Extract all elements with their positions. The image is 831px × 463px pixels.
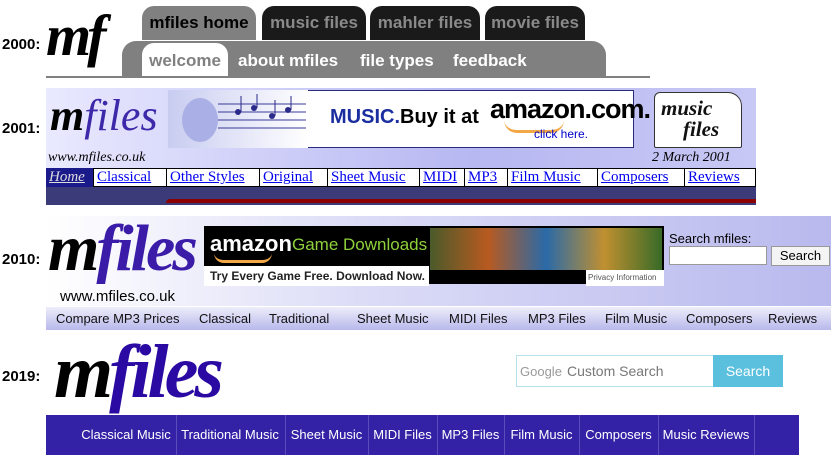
logo-2001[interactable]: mfiles (50, 93, 158, 139)
nav2019-composers[interactable]: Composers (579, 415, 658, 455)
amazon-smile-icon (214, 253, 272, 263)
nav2010-film-music[interactable]: Film Music (605, 311, 667, 326)
logo-2019[interactable]: mfiles (54, 330, 224, 414)
google-brand-label: Google (520, 364, 562, 379)
nav2019-music-reviews[interactable]: Music Reviews (658, 415, 754, 455)
nav2001-composers[interactable]: Composers (597, 168, 681, 187)
tab-mahler-files[interactable]: mahler files (370, 6, 480, 40)
search-placeholder-2019: Custom Search (567, 363, 664, 379)
ad-try-text: Try Every Game Free. Download Now. (210, 269, 425, 283)
nav2001-home[interactable]: Home (46, 168, 93, 187)
banner-click-here[interactable]: click here. (534, 127, 588, 141)
game-screenshots-image (430, 228, 662, 270)
nav2001-film-music[interactable]: Film Music (507, 168, 594, 187)
nav2019-mp3-files[interactable]: MP3 Files (437, 415, 504, 455)
tab-mfiles-home[interactable]: mfiles home (142, 6, 256, 40)
nav2001-reviews[interactable]: Reviews (684, 168, 756, 187)
nav2010-sheet-music[interactable]: Sheet Music (357, 311, 429, 326)
tab-music-files[interactable]: music files (262, 6, 366, 40)
subtab-welcome[interactable]: welcome (142, 43, 228, 77)
search-button-2019[interactable]: Search (713, 355, 783, 387)
nav2010-classical[interactable]: Classical (199, 311, 251, 326)
year-label-2001: 2001: (2, 120, 41, 137)
date-2001: 2 March 2001 (652, 150, 731, 165)
site-url-2001: www.mfiles.co.uk (48, 150, 146, 165)
composer-portrait-art (168, 90, 308, 148)
search-input-2010[interactable] (669, 246, 767, 265)
ad-privacy-link[interactable]: Privacy Information (588, 273, 656, 282)
nav2001-mp3[interactable]: MP3 (464, 168, 504, 187)
nav2019-film-music[interactable]: Film Music (504, 415, 579, 455)
nav2019-classical-music[interactable]: Classical Music (76, 415, 176, 455)
nav2019-midi-files[interactable]: MIDI Files (368, 415, 437, 455)
subtab-file-types[interactable]: file types (360, 43, 434, 77)
accent-strip-2001 (166, 199, 756, 203)
nav2010-reviews[interactable]: Reviews (768, 311, 817, 326)
music-files-logo[interactable]: music files (654, 92, 742, 148)
subtab-about-mfiles[interactable]: about mfiles (238, 43, 338, 77)
logo-2001-rest: files (84, 91, 158, 140)
search-button-2010[interactable]: Search (771, 246, 830, 266)
music-files-logo-line1: music (661, 96, 713, 120)
nav2010-midi-files[interactable]: MIDI Files (449, 311, 508, 326)
logo-2019-rest: files (109, 330, 224, 414)
divider-2000 (46, 76, 650, 78)
year-label-2010: 2010: (2, 251, 41, 268)
logo-2000[interactable]: mf (46, 6, 106, 66)
banner-music-text: MUSIC. (330, 106, 400, 128)
nav2010-mp3-files[interactable]: MP3 Files (528, 311, 586, 326)
year-label-2000: 2000: (2, 36, 41, 53)
tab-movie-files[interactable]: movie files (485, 6, 585, 40)
nav2019-traditional-music[interactable]: Traditional Music (176, 415, 284, 455)
logo-2010-m: m (48, 212, 99, 285)
ad-game-downloads-text: Game Downloads (292, 235, 428, 254)
logo-2001-m: m (50, 91, 85, 140)
nav2010-composers[interactable]: Composers (686, 311, 752, 326)
nav2019-separator (754, 415, 755, 455)
nav2001-other-styles[interactable]: Other Styles (166, 168, 258, 187)
music-files-logo-line2: files (683, 117, 720, 141)
nav2010-traditional[interactable]: Traditional (269, 311, 329, 326)
site-url-2010: www.mfiles.co.uk (60, 288, 176, 305)
sheet-music-icon (182, 94, 306, 142)
nav2001-midi[interactable]: MIDI (419, 168, 464, 187)
year-label-2019: 2019: (2, 368, 41, 385)
nav2001-classical[interactable]: Classical (93, 168, 161, 187)
nav2019-sheet-music[interactable]: Sheet Music (285, 415, 368, 455)
search-label-2010: Search mfiles: (669, 231, 752, 246)
nav2010-compare-mp3-prices[interactable]: Compare MP3 Prices (56, 311, 180, 326)
subtab-feedback[interactable]: feedback (453, 43, 527, 77)
logo-2010[interactable]: mfiles (48, 212, 198, 285)
nav2001-original[interactable]: Original (259, 168, 323, 187)
logo-2019-m: m (54, 330, 113, 414)
banner-buy-text: Buy it at (400, 106, 479, 128)
logo-2010-rest: files (96, 212, 198, 285)
nav2001-sheet-music[interactable]: Sheet Music (327, 168, 416, 187)
